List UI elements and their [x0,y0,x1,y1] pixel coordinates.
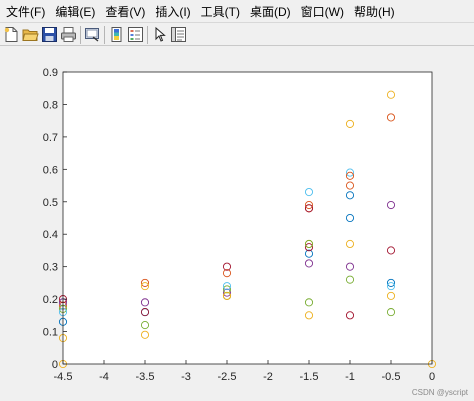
y-tick-label: 0.2 [43,294,58,306]
toolbar-separator [104,26,105,44]
menu-file[interactable]: 文件(F) [0,3,49,20]
menu-help[interactable]: 帮助(H) [348,3,399,20]
menu-view[interactable]: 查看(V) [99,3,149,20]
x-tick-label: -4 [99,371,109,383]
property-inspector-icon[interactable] [170,26,187,43]
x-tick-label: -3.5 [136,371,155,383]
x-tick-label: -2 [263,371,273,383]
menu-window[interactable]: 窗口(W) [295,3,348,20]
x-tick-label: 0 [429,371,435,383]
watermark: CSDN @yscript [411,388,468,397]
print-icon[interactable] [60,26,77,43]
menu-tools[interactable]: 工具(T) [195,3,244,20]
scatter-plot[interactable]: -4.5 -4 -3.5 -3 -2.5 -2 -1.5 -1 -0.5 0 0 0.1 0.2 0.3 0… [0,47,474,401]
y-tick-label: 0.6 [43,164,58,176]
y-tick-label: 0.3 [43,262,58,274]
toolbar [0,22,474,46]
y-tick-label: 0.5 [43,197,58,209]
link-figure-icon[interactable] [84,26,101,43]
x-tick-label: -4.5 [54,371,73,383]
y-tick-label: 0.7 [43,132,58,144]
colorbar-icon[interactable] [108,26,125,43]
legend-icon[interactable] [127,26,144,43]
y-tick-label: 0.4 [43,229,58,241]
y-tick-label: 0 [52,359,58,371]
new-file-icon[interactable] [3,26,20,43]
toolbar-separator [80,26,81,44]
x-tick-label: -1 [345,371,355,383]
y-tick-label: 0.1 [43,327,58,339]
x-tick-label: -0.5 [382,371,401,383]
menu-edit[interactable]: 编辑(E) [49,3,99,20]
pointer-icon[interactable] [151,26,168,43]
open-folder-icon[interactable] [22,26,39,43]
x-tick-label: -2.5 [218,371,237,383]
toolbar-separator [147,26,148,44]
axes-background [63,72,432,364]
x-tick-label: -1.5 [300,371,319,383]
x-tick-label: -3 [181,371,191,383]
menu-desktop[interactable]: 桌面(D) [244,3,295,20]
menu-bar: 文件(F) 编辑(E) 查看(V) 插入(I) 工具(T) 桌面(D) 窗口(W… [0,0,474,22]
figure-area: -4.5 -4 -3.5 -3 -2.5 -2 -1.5 -1 -0.5 0 0 0.1 0.2 0.3 0… [0,47,474,401]
y-tick-label: 0.9 [43,67,58,79]
menu-insert[interactable]: 插入(I) [149,3,194,20]
y-tick-label: 0.8 [43,99,58,111]
save-icon[interactable] [41,26,58,43]
